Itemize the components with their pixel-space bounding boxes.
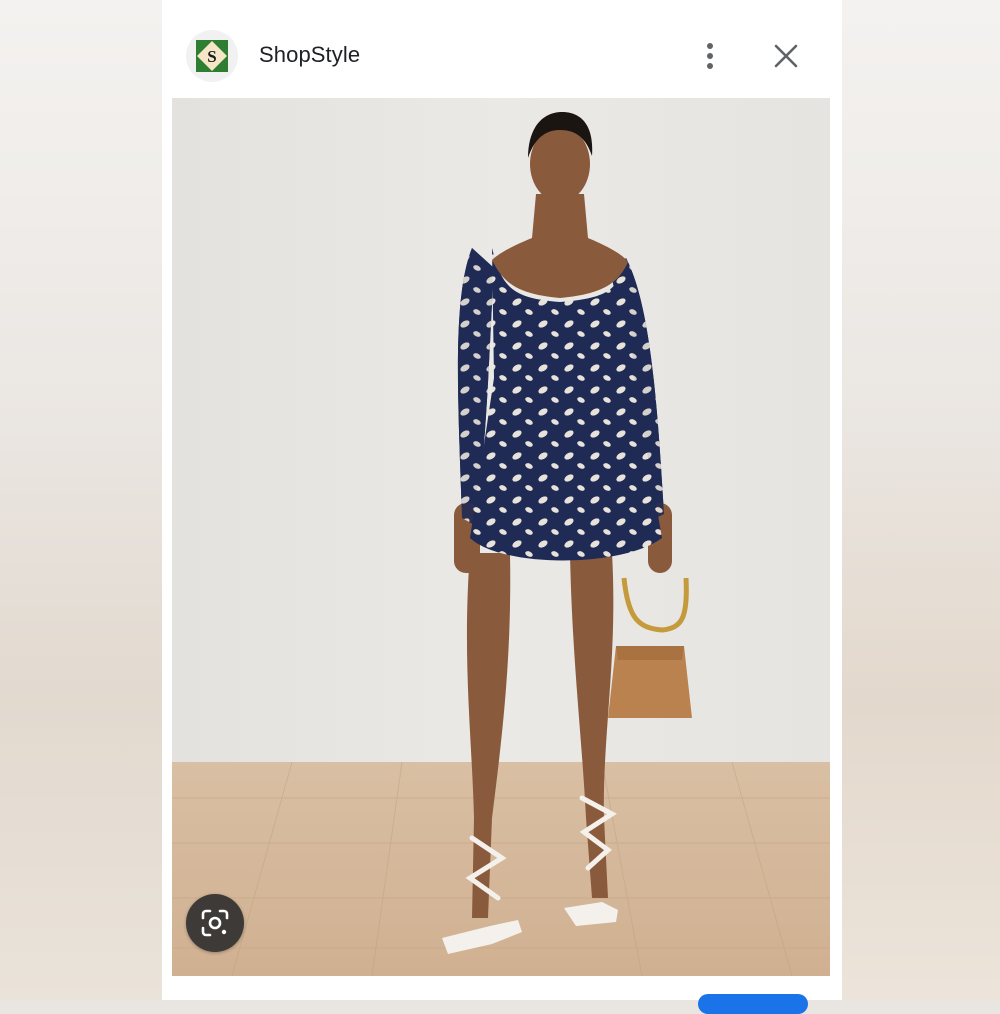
logo-letter: S [207, 47, 216, 66]
backdrop-right [842, 0, 1000, 1000]
preview-header: S ShopStyle [162, 0, 842, 98]
more-options-button[interactable] [692, 36, 728, 76]
product-photo-illustration [172, 98, 830, 976]
backdrop-left [0, 0, 162, 1000]
site-name[interactable]: ShopStyle [259, 42, 360, 68]
image-preview-card: S ShopStyle [162, 0, 842, 1014]
close-icon [774, 44, 798, 68]
bottom-action-button[interactable] [698, 994, 808, 1014]
close-button[interactable] [766, 36, 806, 76]
product-image[interactable] [172, 98, 830, 976]
google-lens-icon [201, 909, 229, 937]
google-lens-button[interactable] [186, 894, 244, 952]
shopstyle-logo-icon[interactable]: S [186, 30, 238, 82]
more-vert-icon [707, 43, 713, 69]
